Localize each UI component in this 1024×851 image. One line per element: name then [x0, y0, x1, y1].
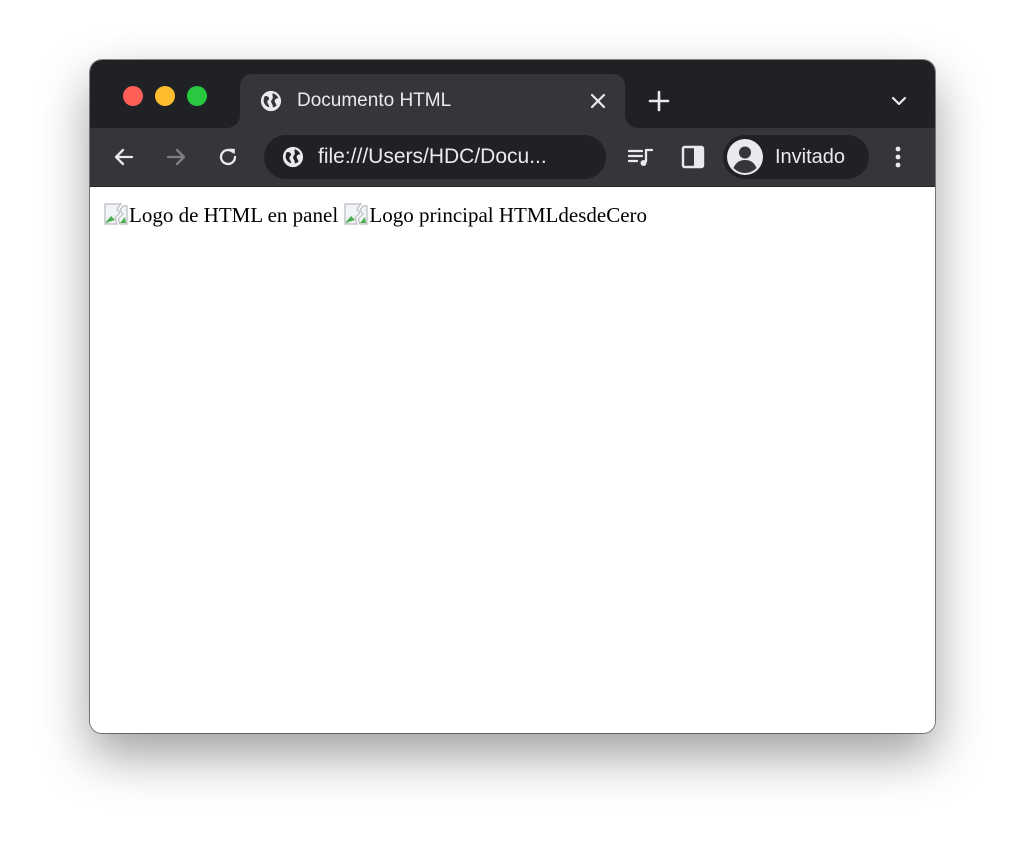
browser-toolbar: file:///Users/HDC/Docu... Invitado [90, 128, 935, 187]
broken-image: Logo principal HTMLdesdeCero [343, 201, 647, 229]
broken-image-icon [104, 203, 128, 225]
broken-image-icon [344, 203, 369, 225]
media-control-icon[interactable] [627, 145, 655, 169]
new-tab-plus-icon[interactable] [648, 90, 670, 112]
window-minimize-button[interactable] [155, 86, 175, 106]
chevron-down-icon[interactable] [890, 94, 908, 108]
forward-arrow-icon[interactable] [164, 145, 188, 169]
profile-name: Invitado [775, 146, 846, 168]
tab-strip: Documento HTML [90, 60, 935, 128]
globe-icon [282, 146, 304, 168]
address-bar[interactable]: file:///Users/HDC/Docu... [264, 135, 606, 179]
menu-icon[interactable] [890, 145, 906, 169]
tab-documento-html[interactable]: Documento HTML [228, 74, 637, 128]
globe-icon [260, 90, 282, 112]
back-arrow-icon[interactable] [112, 145, 136, 169]
address-url: file:///Users/HDC/Docu... [318, 145, 547, 168]
image-alt-text: Logo de HTML en panel [129, 203, 339, 227]
broken-image: Logo de HTML en panel [103, 201, 338, 229]
tab-title: Documento HTML [297, 90, 452, 111]
tab-close-icon[interactable] [589, 92, 607, 110]
reload-icon[interactable] [216, 145, 240, 169]
side-panel-icon[interactable] [681, 145, 705, 169]
browser-window: Documento HTML file:///Users/HDC/Docu...… [90, 60, 935, 733]
image-alt-text: Logo principal HTMLdesdeCero [369, 203, 648, 227]
window-maximize-button[interactable] [187, 86, 207, 106]
page-content: Logo de HTML en panel Logo principal HTM… [90, 187, 935, 733]
profile-button[interactable]: Invitado [723, 135, 869, 179]
window-close-button[interactable] [123, 86, 143, 106]
avatar-icon [727, 139, 763, 175]
